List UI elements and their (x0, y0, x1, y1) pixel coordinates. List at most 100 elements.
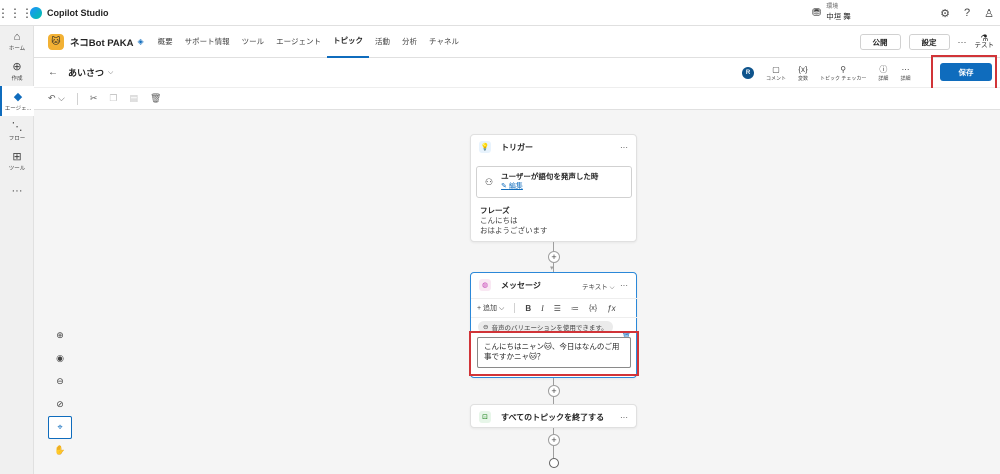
publish-button[interactable]: 公開 (859, 34, 901, 50)
variable-icon: {x} (798, 64, 808, 74)
test-label: テスト (974, 42, 995, 49)
pan-hand-icon[interactable]: ✋ (48, 439, 72, 462)
rail-label: フロー (8, 135, 26, 142)
flask-icon: ⚗ (980, 33, 989, 43)
rail-item-home[interactable]: ⌂ ホーム (0, 26, 34, 56)
tool-icon: ⊞ (12, 150, 22, 163)
agent-status-icon: ◈ (137, 37, 144, 46)
topic-title[interactable]: あいさつ (68, 66, 104, 79)
left-rail: ⌂ ホーム ⊕ 作成 ◆ エージェ... ⋱ フロー ⊞ ツール ··· (0, 26, 34, 474)
copy-icon[interactable]: ❐ (109, 93, 117, 104)
rail-label: ツール (8, 165, 26, 172)
edit-link[interactable]: ✎ 編集 (501, 182, 598, 192)
trigger-title: ユーザーが語句を発声した時 (501, 172, 599, 181)
end-node-title: すべてのトピックを終了する (501, 412, 605, 422)
message-highlight (469, 331, 639, 376)
rail-item-flows[interactable]: ⋱ フロー (0, 116, 34, 146)
more-icon[interactable]: ··· (958, 37, 967, 47)
trigger-condition[interactable]: ⚇ ユーザーが語句を発声した時 ✎ 編集 (476, 166, 632, 198)
environment-picker[interactable]: ⛃ 環境 中垣 舞 (812, 3, 851, 21)
tab-tools[interactable]: ツール (236, 26, 271, 58)
tab-analytics[interactable]: 分析 (396, 26, 423, 58)
app-title: Copilot Studio (47, 7, 109, 18)
more-icon[interactable]: ··· (620, 413, 628, 422)
rail-item-create[interactable]: ⊕ 作成 (0, 56, 34, 86)
add-label: 追加 (483, 305, 498, 312)
rail-more-button[interactable]: ··· (0, 176, 34, 206)
lightbulb-icon: 💡 (479, 141, 491, 153)
formula-icon[interactable]: ƒx (607, 304, 615, 313)
topic-checker-button[interactable]: ⚲ トピック チェッカー (820, 65, 866, 82)
back-arrow-icon[interactable]: ← (48, 67, 58, 78)
chevron-down-icon[interactable]: ⌵ (108, 69, 113, 77)
more-icon: ··· (11, 185, 23, 197)
tab-topics[interactable]: トピック (327, 26, 370, 58)
edit-toolbar: ↶ ⌵ ✂ ❐ ▤ 🗑 (34, 88, 1000, 110)
agent-avatar: 🐱 (48, 33, 64, 50)
numbered-list-icon[interactable]: ≔ (571, 304, 579, 313)
more-icon: ⋯ (901, 64, 910, 74)
rail-label: 作成 (11, 75, 23, 82)
undo-icon[interactable]: ↶ ⌵ (48, 93, 65, 104)
more-details-button[interactable]: ⋯ 詳細 (900, 65, 910, 82)
comments-button[interactable]: ▢ コメント (766, 65, 786, 82)
agent-header: 🐱 ネコBot PAKA ◈ 概要 サポート情報 ツール エージェント トピック… (34, 26, 1000, 58)
rail-label: ホーム (8, 45, 26, 52)
message-type-dropdown[interactable]: テキスト ⌵ (582, 281, 615, 292)
top-bar: ⋮⋮⋮ Copilot Studio ⛃ 環境 中垣 舞 ⚙ ? ♙ (0, 0, 1000, 26)
add-node-button[interactable]: + (548, 251, 560, 263)
select-pointer-icon[interactable]: ⌖ (48, 416, 72, 439)
agent-icon: ◆ (13, 90, 23, 103)
bullet-list-icon[interactable]: ☰ (554, 304, 561, 313)
cut-icon[interactable]: ✂ (90, 93, 98, 104)
more-icon[interactable]: ··· (620, 281, 628, 290)
settings-gear-icon[interactable]: ⚙ (940, 7, 950, 20)
variables-button[interactable]: {x} 変数 (798, 65, 808, 82)
comment-icon: ▢ (772, 64, 780, 74)
add-button[interactable]: + 追加 ⌵ (477, 303, 504, 313)
rail-item-agents[interactable]: ◆ エージェ... (0, 86, 34, 116)
zoom-out-icon[interactable]: ⊖ (48, 370, 72, 393)
paste-icon[interactable]: ▤ (130, 93, 139, 104)
save-button[interactable]: 保存 (940, 63, 992, 81)
delete-icon[interactable]: 🗑 (150, 93, 161, 104)
rail-label: エージェ... (4, 105, 32, 112)
environment-icon: ⛃ (812, 6, 822, 19)
checker-icon: ⚲ (840, 64, 847, 74)
add-node-button[interactable]: + (548, 385, 560, 397)
tool-label: 詳細 (878, 75, 889, 82)
rail-item-tools[interactable]: ⊞ ツール (0, 146, 34, 176)
app-launcher-icon[interactable]: ⋮⋮⋮ (0, 0, 33, 26)
recenter-icon[interactable]: ◉ (48, 347, 72, 370)
more-icon[interactable]: ··· (620, 143, 628, 152)
message-icon: ◍ (479, 279, 491, 291)
italic-icon[interactable]: I (541, 304, 544, 313)
bold-icon[interactable]: B (525, 304, 531, 313)
insert-variable-icon[interactable]: {x} (589, 305, 597, 312)
phrases-label: フレーズ (480, 206, 510, 215)
tab-agents[interactable]: エージェント (270, 26, 327, 58)
copilot-studio-logo-icon (30, 6, 42, 19)
tool-label: トピック チェッカー (820, 75, 867, 82)
end-topics-node[interactable]: ⊡ すべてのトピックを終了する ··· (470, 404, 637, 428)
account-icon[interactable]: ♙ (984, 7, 994, 20)
test-button[interactable]: ⚗ テスト (975, 34, 995, 50)
flow-end-marker (549, 458, 559, 468)
phrases-section: フレーズ こんにちは おはようございます (480, 206, 548, 236)
tab-activity[interactable]: 活動 (369, 26, 396, 58)
help-icon[interactable]: ? (964, 7, 970, 19)
tab-knowledge[interactable]: サポート情報 (179, 26, 236, 58)
tab-channels[interactable]: チャネル (423, 26, 465, 58)
create-icon: ⊕ (12, 60, 22, 73)
minimap-icon[interactable]: ⊘ (48, 393, 72, 416)
phrase-item: おはようございます (480, 226, 548, 235)
user-avatar[interactable]: R (742, 67, 754, 79)
zoom-in-icon[interactable]: ⊕ (48, 324, 72, 347)
tab-overview[interactable]: 概要 (152, 26, 179, 58)
settings-button[interactable]: 設定 (908, 34, 950, 50)
details-button[interactable]: ⓘ 詳細 (878, 65, 888, 82)
info-icon: ⓘ (879, 64, 888, 74)
add-node-button[interactable]: + (548, 434, 560, 446)
message-type: テキスト (582, 284, 608, 291)
brand[interactable]: Copilot Studio (30, 6, 109, 19)
